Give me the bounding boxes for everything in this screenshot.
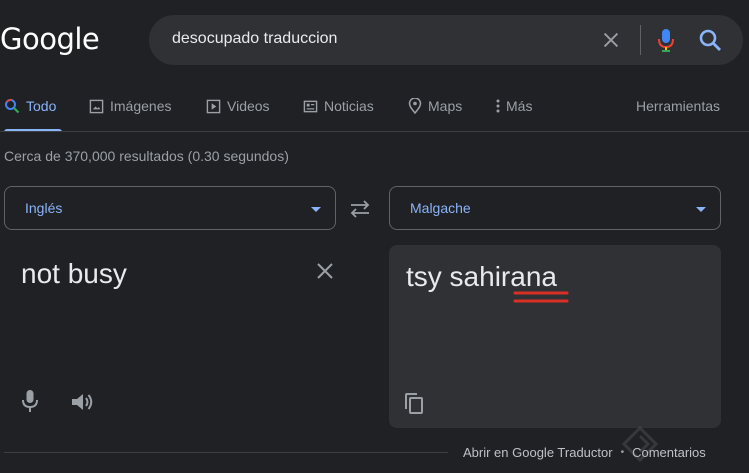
tab-label: Más	[506, 98, 533, 114]
source-language-label: Inglés	[25, 200, 63, 216]
translation-output-panel: tsy sahirana	[389, 245, 721, 428]
news-icon	[303, 100, 318, 112]
watermark-icon	[622, 426, 658, 462]
swap-languages-icon[interactable]	[347, 198, 373, 220]
tab-maps[interactable]: Maps	[408, 98, 462, 114]
tab-label: Noticias	[324, 98, 374, 114]
tools-button[interactable]: Herramientas	[636, 98, 720, 114]
more-vert-icon	[496, 99, 500, 113]
microphone-icon[interactable]	[20, 389, 40, 413]
spelling-underline	[513, 291, 569, 303]
play-icon	[206, 99, 221, 113]
clear-search-icon[interactable]	[600, 29, 622, 51]
tab-label: Videos	[227, 98, 270, 114]
source-text-input[interactable]: not busy	[21, 258, 127, 290]
speaker-icon[interactable]	[70, 391, 96, 413]
translator-footer: Abrir en Google Traductor • Comentarios	[463, 445, 706, 460]
tab-todo[interactable]: Todo	[4, 98, 56, 114]
tab-label: Todo	[26, 98, 57, 114]
tab-label: Maps	[428, 98, 463, 114]
clear-source-icon[interactable]	[316, 262, 334, 280]
source-language-select[interactable]: Inglés	[4, 186, 336, 230]
search-divider	[640, 25, 641, 55]
translation-output-text[interactable]: tsy sahirana	[406, 261, 557, 293]
open-in-translate-link[interactable]: Abrir en Google Traductor	[463, 445, 613, 460]
chevron-down-icon	[311, 207, 321, 212]
tab-videos[interactable]: Videos	[206, 98, 270, 114]
search-tabs: Todo Imágenes Videos Noticias Maps Más H…	[0, 90, 749, 132]
chevron-down-icon	[696, 207, 706, 212]
footer-divider	[4, 452, 448, 453]
tab-mas[interactable]: Más	[496, 98, 532, 114]
image-icon	[89, 99, 104, 113]
search-input[interactable]: desocupado traduccion	[172, 30, 337, 48]
search-icon	[5, 98, 20, 114]
google-logo[interactable]: Google	[0, 22, 100, 56]
tab-noticias[interactable]: Noticias	[303, 98, 374, 114]
tab-label: Imágenes	[110, 98, 172, 114]
voice-search-icon[interactable]	[655, 27, 677, 53]
copy-icon[interactable]	[403, 392, 425, 416]
target-language-select[interactable]: Malgache	[389, 186, 721, 230]
map-pin-icon	[408, 98, 422, 114]
search-bar[interactable]: desocupado traduccion	[149, 15, 743, 65]
search-icon[interactable]	[697, 27, 723, 53]
tabs-divider	[0, 131, 749, 132]
tab-imagenes[interactable]: Imágenes	[89, 98, 171, 114]
target-language-label: Malgache	[410, 200, 471, 216]
result-stats: Cerca de 370,000 resultados (0.30 segund…	[4, 148, 289, 164]
